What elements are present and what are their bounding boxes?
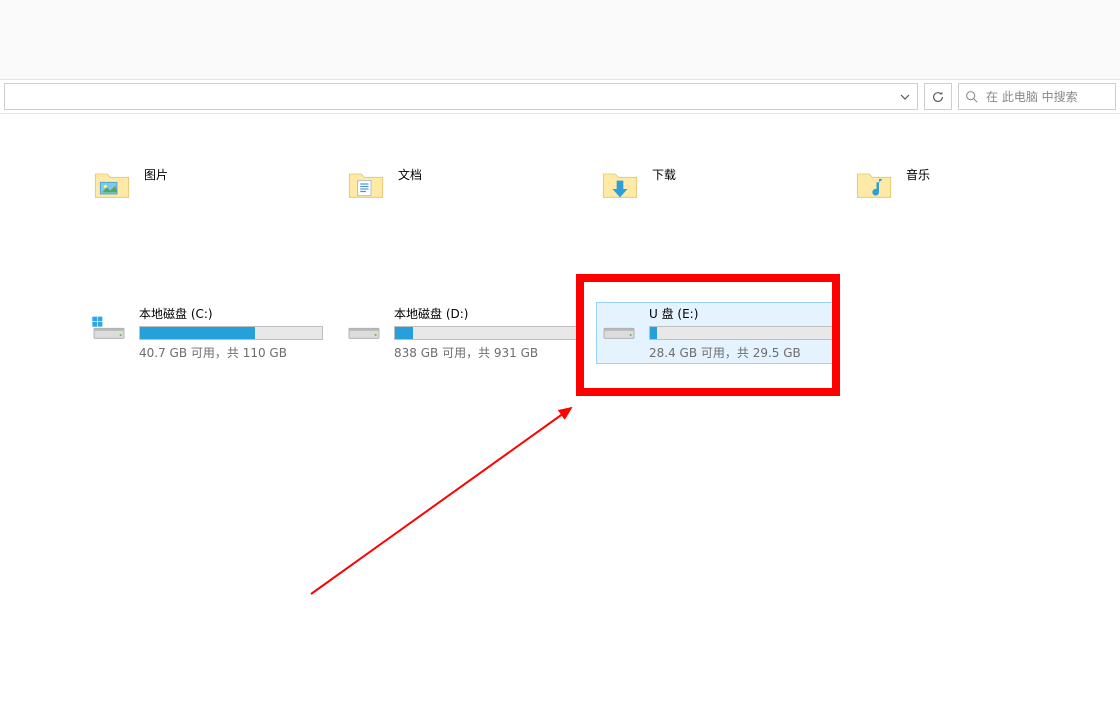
address-bar[interactable] (4, 83, 918, 110)
address-history-dropdown[interactable] (893, 84, 917, 109)
search-box[interactable]: 在 此电脑 中搜索 (958, 83, 1116, 110)
drive-name: 本地磁盘 (C:) (139, 305, 323, 322)
drive-name: U 盘 (E:) (649, 305, 833, 322)
drive-item-e[interactable]: U 盘 (E:) 28.4 GB 可用，共 29.5 GB (596, 302, 836, 364)
folder-item-downloads[interactable]: 下载 (600, 164, 854, 204)
drive-status: 838 GB 可用，共 931 GB (394, 344, 578, 361)
content-area: 图片 文档 下载 音乐 本地磁盘 (C:) 40.7 GB 可用，共 110 GB… (0, 114, 1120, 719)
search-icon (965, 90, 978, 103)
drive-info: 本地磁盘 (D:) 838 GB 可用，共 931 GB (394, 305, 578, 361)
ribbon-area (0, 0, 1120, 80)
drive-usage-bar (394, 326, 578, 340)
folder-item-music[interactable]: 音乐 (854, 164, 1108, 204)
drive-status: 28.4 GB 可用，共 29.5 GB (649, 344, 833, 361)
refresh-button[interactable] (924, 83, 952, 110)
chevron-down-icon (900, 92, 910, 102)
drive-usage-bar (649, 326, 833, 340)
pictures-folder-icon (92, 164, 132, 204)
folder-label: 图片 (144, 164, 168, 183)
folder-label: 音乐 (906, 164, 930, 183)
downloads-folder-icon (600, 164, 640, 204)
documents-folder-icon (346, 164, 386, 204)
drive-item-d[interactable]: 本地磁盘 (D:) 838 GB 可用，共 931 GB (341, 302, 581, 364)
folder-label: 下载 (652, 164, 676, 183)
folders-row: 图片 文档 下载 音乐 (92, 164, 1108, 204)
drive-status: 40.7 GB 可用，共 110 GB (139, 344, 323, 361)
drive-icon (599, 305, 639, 345)
refresh-icon (931, 90, 945, 104)
search-placeholder: 在 此电脑 中搜索 (986, 88, 1078, 105)
drive-icon (344, 305, 384, 345)
folder-item-pictures[interactable]: 图片 (92, 164, 346, 204)
drive-icon (89, 305, 129, 345)
music-folder-icon (854, 164, 894, 204)
drive-info: U 盘 (E:) 28.4 GB 可用，共 29.5 GB (649, 305, 833, 361)
address-row: 在 此电脑 中搜索 (0, 80, 1120, 114)
drive-name: 本地磁盘 (D:) (394, 305, 578, 322)
drive-usage-bar (139, 326, 323, 340)
drives-row: 本地磁盘 (C:) 40.7 GB 可用，共 110 GB 本地磁盘 (D:) 83… (86, 302, 836, 364)
folder-item-documents[interactable]: 文档 (346, 164, 600, 204)
folder-label: 文档 (398, 164, 422, 183)
drive-info: 本地磁盘 (C:) 40.7 GB 可用，共 110 GB (139, 305, 323, 361)
drive-item-c[interactable]: 本地磁盘 (C:) 40.7 GB 可用，共 110 GB (86, 302, 326, 364)
annotation-arrow (0, 114, 1120, 719)
